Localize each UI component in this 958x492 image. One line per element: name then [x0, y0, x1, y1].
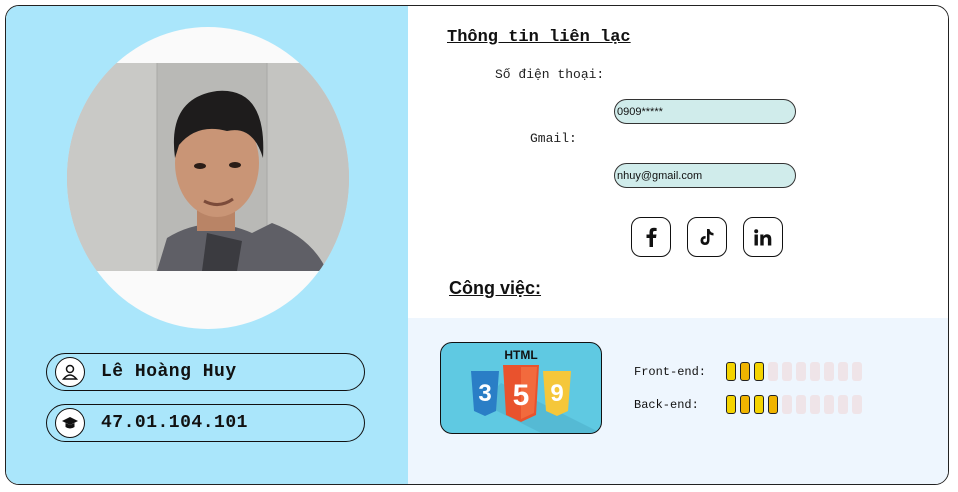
student-name: Lê Hoàng Huy [101, 362, 237, 382]
skill-segment [852, 395, 862, 414]
profile-photo [67, 63, 349, 271]
skill-segment [838, 395, 848, 414]
skill-segment [754, 395, 764, 414]
skill-segment [824, 362, 834, 381]
student-id: 47.01.104.101 [101, 413, 248, 433]
linkedin-button[interactable] [743, 217, 783, 257]
profile-card: Lê Hoàng Huy 47.01.104.101 Thông tin liê… [5, 5, 949, 485]
skill-segment [782, 362, 792, 381]
contact-heading: Thông tin liên lạc [447, 28, 631, 47]
skill-segment [796, 395, 806, 414]
contact-section: Thông tin liên lạc Số điện thoại: 0909**… [408, 6, 948, 318]
logo-html-text: HTML [504, 348, 537, 362]
gmail-label: Gmail: [530, 131, 577, 146]
skill-segment [768, 362, 778, 381]
frontend-skill-bar [726, 362, 862, 381]
svg-text:9: 9 [550, 380, 563, 407]
phone-label: Số điện thoại: [495, 67, 605, 82]
phone-field[interactable]: 0909***** [614, 99, 796, 124]
gmail-field[interactable]: nhuy@gmail.com [614, 163, 796, 188]
skill-segment [740, 395, 750, 414]
skill-segment [782, 395, 792, 414]
skill-label-backend: Back-end: [634, 398, 699, 412]
linkedin-icon [754, 228, 772, 245]
tech-logo: HTML 3 9 5 [440, 342, 602, 434]
skill-segment [754, 362, 764, 381]
skill-segment [796, 362, 806, 381]
skill-label-frontend: Front-end: [634, 365, 707, 379]
skill-segment [768, 395, 778, 414]
svg-text:3: 3 [478, 380, 491, 407]
skill-segment [838, 362, 848, 381]
graduation-cap-icon [55, 408, 85, 438]
skill-segment [726, 362, 736, 381]
id-pill: 47.01.104.101 [46, 404, 365, 442]
backend-skill-bar [726, 395, 862, 414]
skill-segment [852, 362, 862, 381]
skill-segment [726, 395, 736, 414]
skill-segment [810, 395, 820, 414]
skill-segment [824, 395, 834, 414]
facebook-button[interactable] [631, 217, 671, 257]
svg-text:5: 5 [513, 379, 530, 412]
tiktok-icon [700, 229, 714, 245]
html-css-js-logo: HTML 3 9 5 [471, 348, 601, 433]
tiktok-button[interactable] [687, 217, 727, 257]
skill-segment [740, 362, 750, 381]
skills-section: HTML 3 9 5 Front-end: Back-end: [408, 318, 948, 484]
facebook-icon [646, 227, 657, 247]
job-heading: Công việc: [449, 278, 542, 298]
name-pill: Lê Hoàng Huy [46, 353, 365, 391]
user-icon [55, 357, 85, 387]
left-panel: Lê Hoàng Huy 47.01.104.101 [6, 6, 408, 484]
avatar [67, 27, 349, 329]
skill-segment [810, 362, 820, 381]
